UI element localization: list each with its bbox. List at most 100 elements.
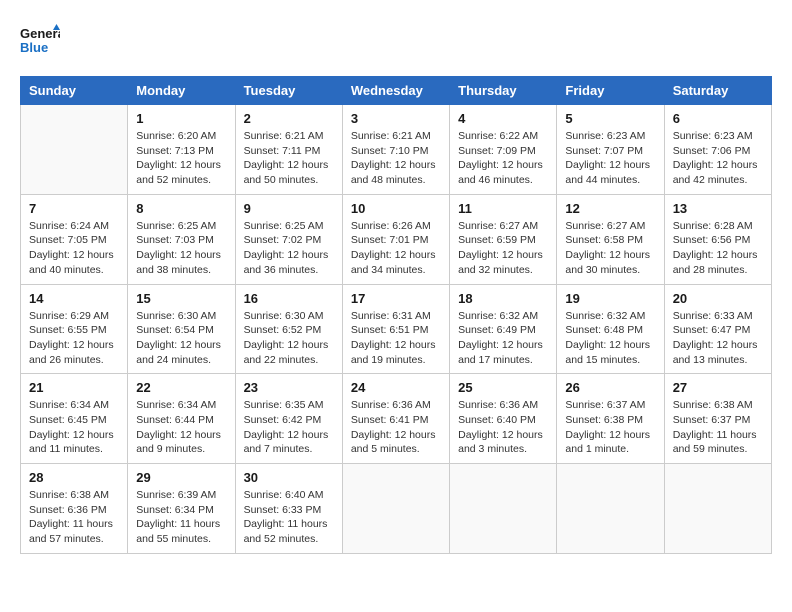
day-info: Sunrise: 6:32 AMSunset: 6:48 PMDaylight:… bbox=[565, 309, 655, 368]
calendar-cell bbox=[450, 464, 557, 554]
day-number: 10 bbox=[351, 201, 441, 216]
day-info: Sunrise: 6:26 AMSunset: 7:01 PMDaylight:… bbox=[351, 219, 441, 278]
calendar-cell: 24 Sunrise: 6:36 AMSunset: 6:41 PMDayligh… bbox=[342, 374, 449, 464]
calendar-cell: 11 Sunrise: 6:27 AMSunset: 6:59 PMDayligh… bbox=[450, 194, 557, 284]
calendar-cell: 25 Sunrise: 6:36 AMSunset: 6:40 PMDayligh… bbox=[450, 374, 557, 464]
day-info: Sunrise: 6:30 AMSunset: 6:54 PMDaylight:… bbox=[136, 309, 226, 368]
calendar-cell: 14 Sunrise: 6:29 AMSunset: 6:55 PMDayligh… bbox=[21, 284, 128, 374]
day-info: Sunrise: 6:34 AMSunset: 6:44 PMDaylight:… bbox=[136, 398, 226, 457]
calendar-cell bbox=[21, 105, 128, 195]
day-info: Sunrise: 6:23 AMSunset: 7:06 PMDaylight:… bbox=[673, 129, 763, 188]
day-number: 18 bbox=[458, 291, 548, 306]
day-info: Sunrise: 6:36 AMSunset: 6:41 PMDaylight:… bbox=[351, 398, 441, 457]
day-info: Sunrise: 6:29 AMSunset: 6:55 PMDaylight:… bbox=[29, 309, 119, 368]
calendar-cell: 20Sunrise: 6:33 AMSunset: 6:47 PMDayligh… bbox=[664, 284, 771, 374]
weekday-header-saturday: Saturday bbox=[664, 77, 771, 105]
day-number: 11 bbox=[458, 201, 548, 216]
weekday-header-friday: Friday bbox=[557, 77, 664, 105]
calendar-cell: 30Sunrise: 6:40 AMSunset: 6:33 PMDayligh… bbox=[235, 464, 342, 554]
day-info: Sunrise: 6:20 AMSunset: 7:13 PMDaylight:… bbox=[136, 129, 226, 188]
day-number: 26 bbox=[565, 380, 655, 395]
calendar-week-2: 7 Sunrise: 6:24 AMSunset: 7:05 PMDaylight… bbox=[21, 194, 772, 284]
calendar-cell bbox=[342, 464, 449, 554]
day-number: 9 bbox=[244, 201, 334, 216]
day-number: 7 bbox=[29, 201, 119, 216]
day-info: Sunrise: 6:38 AMSunset: 6:37 PMDaylight:… bbox=[673, 398, 763, 457]
calendar-cell: 23 Sunrise: 6:35 AMSunset: 6:42 PMDayligh… bbox=[235, 374, 342, 464]
day-number: 21 bbox=[29, 380, 119, 395]
calendar-cell: 16 Sunrise: 6:30 AMSunset: 6:52 PMDayligh… bbox=[235, 284, 342, 374]
day-number: 27 bbox=[673, 380, 763, 395]
calendar-cell: 2 Sunrise: 6:21 AMSunset: 7:11 PMDaylight… bbox=[235, 105, 342, 195]
day-number: 1 bbox=[136, 111, 226, 126]
day-info: Sunrise: 6:21 AMSunset: 7:10 PMDaylight:… bbox=[351, 129, 441, 188]
calendar-header-row: SundayMondayTuesdayWednesdayThursdayFrid… bbox=[21, 77, 772, 105]
day-number: 24 bbox=[351, 380, 441, 395]
calendar-cell: 19 Sunrise: 6:32 AMSunset: 6:48 PMDayligh… bbox=[557, 284, 664, 374]
calendar-cell: 6 Sunrise: 6:23 AMSunset: 7:06 PMDaylight… bbox=[664, 105, 771, 195]
day-number: 19 bbox=[565, 291, 655, 306]
calendar-cell: 18 Sunrise: 6:32 AMSunset: 6:49 PMDayligh… bbox=[450, 284, 557, 374]
day-info: Sunrise: 6:32 AMSunset: 6:49 PMDaylight:… bbox=[458, 309, 548, 368]
calendar-cell: 28Sunrise: 6:38 AMSunset: 6:36 PMDayligh… bbox=[21, 464, 128, 554]
calendar-cell: 29 Sunrise: 6:39 AMSunset: 6:34 PMDayligh… bbox=[128, 464, 235, 554]
calendar-week-3: 14 Sunrise: 6:29 AMSunset: 6:55 PMDayligh… bbox=[21, 284, 772, 374]
day-info: Sunrise: 6:24 AMSunset: 7:05 PMDaylight:… bbox=[29, 219, 119, 278]
day-number: 14 bbox=[29, 291, 119, 306]
page-header: General Blue bbox=[20, 20, 772, 60]
logo: General Blue bbox=[20, 20, 60, 60]
day-info: Sunrise: 6:25 AMSunset: 7:03 PMDaylight:… bbox=[136, 219, 226, 278]
day-info: Sunrise: 6:22 AMSunset: 7:09 PMDaylight:… bbox=[458, 129, 548, 188]
day-info: Sunrise: 6:33 AMSunset: 6:47 PMDaylight:… bbox=[673, 309, 763, 368]
day-info: Sunrise: 6:39 AMSunset: 6:34 PMDaylight:… bbox=[136, 488, 226, 547]
day-number: 17 bbox=[351, 291, 441, 306]
calendar-cell: 12 Sunrise: 6:27 AMSunset: 6:58 PMDayligh… bbox=[557, 194, 664, 284]
calendar-cell: 5 Sunrise: 6:23 AMSunset: 7:07 PMDaylight… bbox=[557, 105, 664, 195]
calendar-cell: 15 Sunrise: 6:30 AMSunset: 6:54 PMDayligh… bbox=[128, 284, 235, 374]
weekday-header-thursday: Thursday bbox=[450, 77, 557, 105]
day-info: Sunrise: 6:23 AMSunset: 7:07 PMDaylight:… bbox=[565, 129, 655, 188]
day-number: 8 bbox=[136, 201, 226, 216]
calendar-cell: 9Sunrise: 6:25 AMSunset: 7:02 PMDaylight… bbox=[235, 194, 342, 284]
day-number: 3 bbox=[351, 111, 441, 126]
day-info: Sunrise: 6:31 AMSunset: 6:51 PMDaylight:… bbox=[351, 309, 441, 368]
calendar-cell bbox=[664, 464, 771, 554]
day-number: 12 bbox=[565, 201, 655, 216]
weekday-header-monday: Monday bbox=[128, 77, 235, 105]
svg-text:General: General bbox=[20, 26, 60, 41]
calendar-cell: 8 Sunrise: 6:25 AMSunset: 7:03 PMDaylight… bbox=[128, 194, 235, 284]
day-number: 22 bbox=[136, 380, 226, 395]
day-number: 29 bbox=[136, 470, 226, 485]
day-info: Sunrise: 6:28 AMSunset: 6:56 PMDaylight:… bbox=[673, 219, 763, 278]
day-number: 25 bbox=[458, 380, 548, 395]
day-info: Sunrise: 6:27 AMSunset: 6:59 PMDaylight:… bbox=[458, 219, 548, 278]
calendar-week-5: 28Sunrise: 6:38 AMSunset: 6:36 PMDayligh… bbox=[21, 464, 772, 554]
calendar-cell: 26 Sunrise: 6:37 AMSunset: 6:38 PMDayligh… bbox=[557, 374, 664, 464]
day-info: Sunrise: 6:38 AMSunset: 6:36 PMDaylight:… bbox=[29, 488, 119, 547]
day-number: 2 bbox=[244, 111, 334, 126]
day-info: Sunrise: 6:35 AMSunset: 6:42 PMDaylight:… bbox=[244, 398, 334, 457]
day-number: 23 bbox=[244, 380, 334, 395]
day-info: Sunrise: 6:30 AMSunset: 6:52 PMDaylight:… bbox=[244, 309, 334, 368]
day-number: 4 bbox=[458, 111, 548, 126]
calendar-cell: 4 Sunrise: 6:22 AMSunset: 7:09 PMDaylight… bbox=[450, 105, 557, 195]
day-number: 16 bbox=[244, 291, 334, 306]
calendar-cell: 1 Sunrise: 6:20 AMSunset: 7:13 PMDaylight… bbox=[128, 105, 235, 195]
day-info: Sunrise: 6:36 AMSunset: 6:40 PMDaylight:… bbox=[458, 398, 548, 457]
day-info: Sunrise: 6:37 AMSunset: 6:38 PMDaylight:… bbox=[565, 398, 655, 457]
day-number: 15 bbox=[136, 291, 226, 306]
calendar-cell: 7 Sunrise: 6:24 AMSunset: 7:05 PMDaylight… bbox=[21, 194, 128, 284]
calendar-body: 1 Sunrise: 6:20 AMSunset: 7:13 PMDaylight… bbox=[21, 105, 772, 554]
day-info: Sunrise: 6:27 AMSunset: 6:58 PMDaylight:… bbox=[565, 219, 655, 278]
calendar-cell: 10 Sunrise: 6:26 AMSunset: 7:01 PMDayligh… bbox=[342, 194, 449, 284]
calendar-table: SundayMondayTuesdayWednesdayThursdayFrid… bbox=[20, 76, 772, 554]
day-number: 6 bbox=[673, 111, 763, 126]
svg-text:Blue: Blue bbox=[20, 40, 48, 55]
calendar-cell: 21Sunrise: 6:34 AMSunset: 6:45 PMDayligh… bbox=[21, 374, 128, 464]
day-number: 30 bbox=[244, 470, 334, 485]
day-info: Sunrise: 6:21 AMSunset: 7:11 PMDaylight:… bbox=[244, 129, 334, 188]
logo-icon: General Blue bbox=[20, 20, 60, 60]
calendar-cell: 3 Sunrise: 6:21 AMSunset: 7:10 PMDaylight… bbox=[342, 105, 449, 195]
calendar-cell: 22 Sunrise: 6:34 AMSunset: 6:44 PMDayligh… bbox=[128, 374, 235, 464]
day-number: 5 bbox=[565, 111, 655, 126]
